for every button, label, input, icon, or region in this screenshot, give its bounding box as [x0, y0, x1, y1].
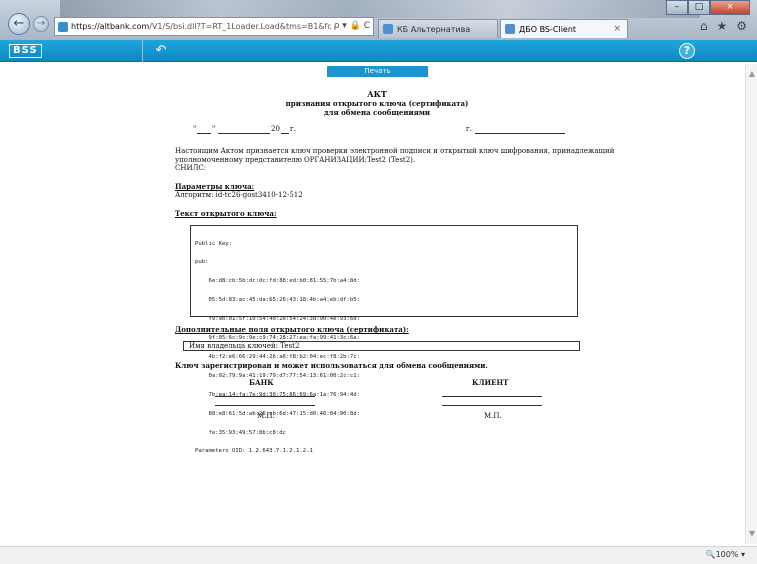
- intro-line-3: СНИЛС:: [175, 164, 207, 172]
- pubkey-line: 4b:f2:e6:66:29:44:26:a6:f8:b2:04:ec:f8:2…: [195, 353, 361, 360]
- date-month-line: [218, 133, 270, 134]
- status-bar: 🔍100% ▾: [0, 546, 757, 564]
- act-document: Печать АКТ признания открытого ключа (се…: [0, 0, 745, 546]
- registered-statement: Ключ зарегистрирован и может использоват…: [175, 361, 488, 370]
- document-subtitle-2: для обмена сообщениями: [323, 108, 431, 117]
- date-year: 20: [271, 125, 280, 133]
- city-line: [475, 133, 565, 134]
- bank-signature-line-2: [215, 405, 315, 406]
- intro-line-1: Настоящим Актом признается ключ проверки…: [175, 147, 615, 155]
- intro-line-2: уполномоченному представителю ОРГАНИЗАЦИ…: [175, 156, 416, 164]
- pubkey-line: Parameters OID: 1.2.643.7.1.2.1.2.1: [195, 448, 313, 455]
- date-suffix: г.: [290, 125, 296, 133]
- algorithm-text: Алгоритм: id-tc26-gost3410-12-512: [175, 191, 303, 199]
- pubkey-line: Public Key:: [195, 240, 233, 247]
- date-quote-close: ": [212, 125, 216, 133]
- pubkey-line: 6e:d8:cb:5b:dc:dc:fd:88:ed:b0:81:55:7b:a…: [195, 278, 361, 285]
- pubkey-line: 88:e8:61:5d:ab:26:cb:6d:47:15:d0:46:04:9…: [195, 410, 361, 417]
- pubkey-line: f9:9b:01:5f:10:54:4d:2e:54:24:3d:90:4e:9…: [195, 316, 361, 323]
- scroll-up-icon[interactable]: ▲: [747, 69, 757, 78]
- pubkey-line: pub:: [195, 259, 209, 266]
- client-stamp-label: М.П.: [484, 412, 502, 420]
- date-day-line: [197, 133, 211, 134]
- document-subtitle-1: признания открытого ключа (сертификата): [285, 99, 469, 108]
- bank-stamp-label: М.П.: [257, 412, 275, 420]
- city-prefix: г.: [466, 125, 472, 133]
- bank-label: БАНК: [249, 378, 274, 387]
- public-key-text-box: Public Key: pub: 6e:d8:cb:5b:dc:dc:fd:88…: [190, 225, 578, 454]
- scroll-down-icon[interactable]: ▼: [747, 529, 757, 538]
- print-button[interactable]: Печать: [327, 66, 428, 77]
- owner-name-field: Имя владельца ключей: Test2: [183, 341, 580, 351]
- extra-fields-heading: Дополнительные поля открытого ключа (сер…: [175, 325, 409, 334]
- bank-signature-line-1: [215, 396, 315, 397]
- pubkey-line: fe:35:93:49:57:8b:c8:dc: [195, 429, 286, 436]
- client-label: КЛИЕНТ: [472, 378, 509, 387]
- date-year-line: [281, 133, 289, 134]
- client-signature-line-2: [442, 405, 542, 406]
- document-title: АКТ: [367, 89, 387, 99]
- pubkey-line: 7b:ea:14:fa:7e:9d:30:75:86:69:6a:1a:76:9…: [195, 391, 361, 398]
- zoom-control[interactable]: 🔍100% ▾: [706, 550, 745, 559]
- date-quote-open: ": [193, 125, 197, 133]
- params-heading: Параметры ключа:: [175, 182, 255, 191]
- vertical-scrollbar[interactable]: ▲ ▼: [745, 64, 757, 544]
- pubkey-heading: Текст открытого ключа:: [175, 209, 277, 218]
- client-signature-line-1: [442, 396, 542, 397]
- pubkey-line: 05:5d:83:ac:45:da:65:26:43:18:4b:a4:eb:d…: [195, 297, 361, 304]
